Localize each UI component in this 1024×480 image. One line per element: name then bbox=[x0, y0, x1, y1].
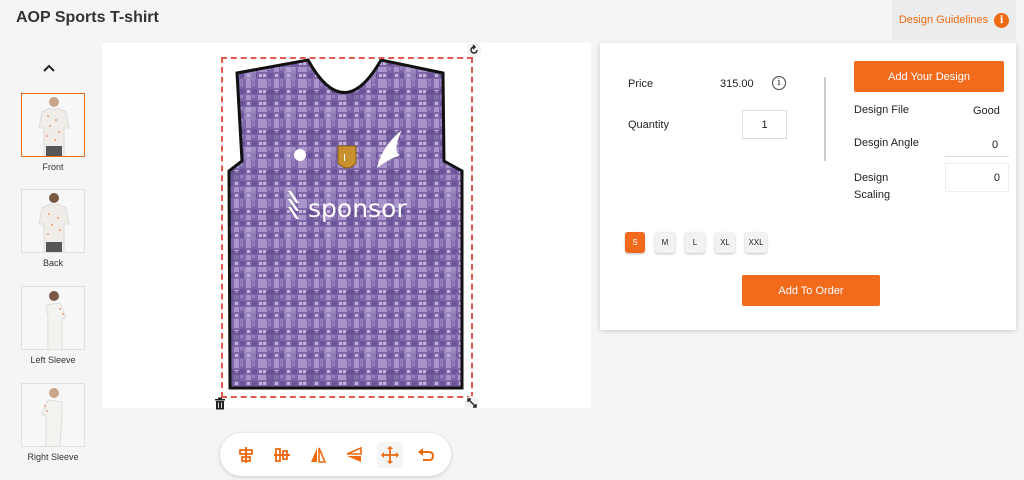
order-panel: Price 315.00 i Quantity 1 Add Your Desig… bbox=[600, 43, 1016, 330]
thumb-back[interactable]: Back bbox=[20, 189, 86, 268]
design-angle-underline bbox=[945, 156, 1009, 157]
undo-icon[interactable] bbox=[413, 442, 439, 468]
thumb-back-image bbox=[21, 189, 85, 253]
add-to-order-button[interactable]: Add To Order bbox=[742, 275, 880, 306]
info-icon: i bbox=[994, 12, 1010, 28]
align-center-horizontal-icon[interactable] bbox=[233, 442, 259, 468]
page-title: AOP Sports T-shirt bbox=[16, 9, 159, 26]
thumb-left-sleeve[interactable]: Left Sleeve bbox=[20, 286, 86, 365]
design-guidelines-button[interactable]: Design Guidelines i bbox=[892, 0, 1016, 40]
design-angle-input[interactable]: 0 bbox=[992, 139, 998, 151]
thumb-label: Back bbox=[42, 258, 63, 268]
resize-handle-icon[interactable] bbox=[465, 396, 479, 410]
size-option-l[interactable]: L bbox=[685, 232, 705, 253]
trash-icon[interactable] bbox=[214, 397, 226, 410]
thumb-right-sleeve[interactable]: Right Sleeve bbox=[20, 383, 86, 462]
price-value: 315.00 bbox=[720, 78, 754, 90]
thumb-front-image bbox=[21, 93, 85, 157]
size-selector: S M L XL XXL bbox=[625, 232, 767, 253]
design-scaling-input[interactable]: 0 bbox=[945, 163, 1009, 192]
thumb-label: Right Sleeve bbox=[27, 452, 79, 462]
flip-vertical-icon[interactable] bbox=[341, 442, 367, 468]
design-angle-label: Desgin Angle bbox=[854, 137, 919, 149]
design-scaling-label: Design Scaling bbox=[854, 172, 891, 201]
quantity-input[interactable]: 1 bbox=[742, 110, 787, 139]
size-option-s[interactable]: S bbox=[625, 232, 645, 253]
thumb-label: Left Sleeve bbox=[30, 355, 76, 365]
size-option-xxl[interactable]: XXL bbox=[745, 232, 767, 253]
selection-box[interactable] bbox=[221, 57, 473, 398]
move-icon[interactable] bbox=[376, 441, 403, 468]
price-label: Price bbox=[628, 78, 654, 90]
divider bbox=[824, 77, 826, 161]
flip-horizontal-icon[interactable] bbox=[305, 442, 331, 468]
align-center-vertical-icon[interactable] bbox=[269, 442, 295, 468]
rotate-handle-icon[interactable] bbox=[467, 43, 481, 57]
thumb-front[interactable]: Front bbox=[20, 93, 86, 172]
chevron-up-icon[interactable] bbox=[40, 60, 58, 76]
quantity-label: Quantity bbox=[628, 119, 669, 131]
design-toolbar bbox=[220, 433, 451, 476]
size-option-xl[interactable]: XL bbox=[715, 232, 735, 253]
thumb-left-sleeve-image bbox=[21, 286, 85, 350]
design-guidelines-label: Design Guidelines bbox=[898, 14, 989, 26]
add-your-design-button[interactable]: Add Your Design bbox=[854, 61, 1004, 92]
design-file-label: Design File bbox=[854, 104, 910, 116]
thumb-label: Front bbox=[42, 162, 64, 172]
thumb-right-sleeve-image bbox=[21, 383, 85, 447]
price-info-icon[interactable]: i bbox=[772, 76, 786, 90]
design-file-value: Good bbox=[973, 105, 1000, 117]
design-canvas[interactable]: I sponsor bbox=[102, 43, 591, 410]
size-option-m[interactable]: M bbox=[655, 232, 675, 253]
